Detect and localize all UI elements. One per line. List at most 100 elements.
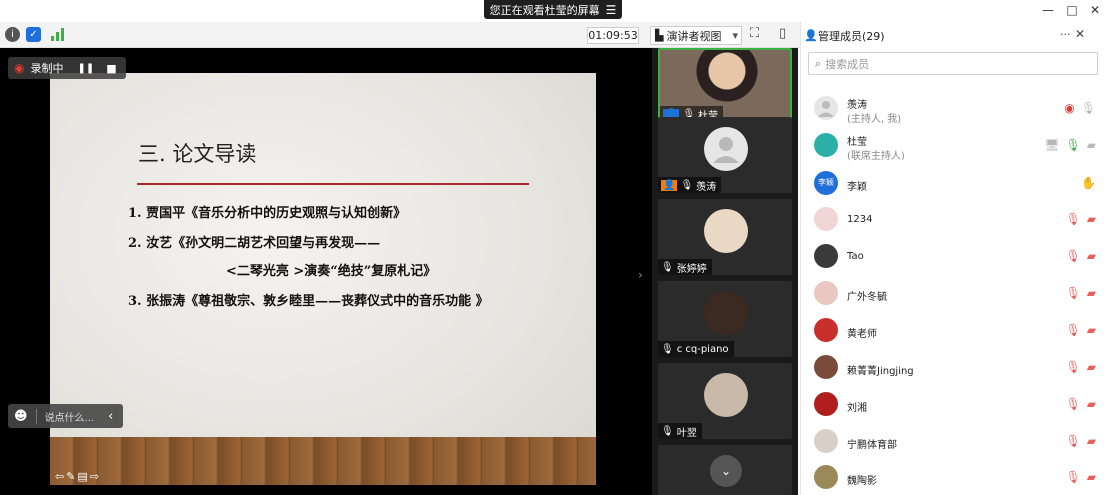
member-role: (主持人, 我) <box>847 114 902 125</box>
close-window-button[interactable]: ✕ <box>1086 2 1104 18</box>
mic-off-icon[interactable]: 🎙 <box>1066 434 1081 448</box>
camera-off-icon[interactable]: ▰ <box>1087 397 1096 411</box>
member-row[interactable]: 黄老师 🎙 ▰ <box>810 313 1100 349</box>
camera-off-icon[interactable]: ▰ <box>1087 249 1096 263</box>
minimize-button[interactable]: — <box>1039 2 1057 18</box>
slide-title: 三. 论文导读 <box>138 142 257 166</box>
comment-input[interactable]: 说点什么... <box>35 408 94 424</box>
avatar <box>814 318 838 342</box>
thumbnail-4[interactable]: 🎙 叶翌 <box>658 363 792 439</box>
slide-line-4: 3. 张振涛《尊祖敬宗、敦乡睦里——丧葬仪式中的音乐功能 》 <box>128 294 489 309</box>
member-row[interactable]: 魏陶影 🎙 ▰ <box>810 460 1100 495</box>
camera-icon[interactable]: ▰ <box>1087 138 1096 152</box>
mic-off-icon[interactable]: 🎙 <box>1066 360 1081 374</box>
video-feed <box>690 50 764 110</box>
member-name: 李颖 <box>847 182 867 193</box>
avatar <box>704 209 748 253</box>
member-row[interactable]: 赖菁菁Jingjing 🎙 ▰ <box>810 350 1100 386</box>
scroll-down-icon[interactable]: ⌄ <box>710 455 742 487</box>
camera-off-icon[interactable]: ▰ <box>1087 434 1096 448</box>
mic-off-icon[interactable]: 🎙 <box>1066 286 1081 300</box>
recording-icon: ◉ <box>1064 101 1075 115</box>
menu-icon[interactable]: ☰ <box>606 3 617 17</box>
mic-off-icon: 🎙 <box>680 179 694 191</box>
member-row[interactable]: 杜莹 (联席主持人) 🖥 🎙 ▰ <box>810 128 1100 164</box>
shield-icon[interactable]: ✓ <box>26 27 41 42</box>
thumbnail-1[interactable]: 👤 🎙 羡涛 <box>658 117 792 193</box>
camera-off-icon[interactable]: ▰ <box>1087 323 1096 337</box>
collapse-thumbnails-icon[interactable]: › <box>638 268 643 282</box>
mic-off-icon: 🎙 <box>661 343 674 355</box>
panel-toggle-icon[interactable]: ▯ <box>779 26 786 41</box>
member-name: 黄老师 <box>847 329 877 340</box>
chevron-down-icon: ▾ <box>732 29 738 42</box>
mic-icon[interactable]: 🎙 <box>1066 138 1081 152</box>
pause-recording-button[interactable]: ❚❚ <box>77 63 94 74</box>
member-name: 1234 <box>847 214 873 225</box>
thumbnail-0[interactable]: 👤 🎙 杜莹 <box>658 48 792 124</box>
member-row[interactable]: 宁鹏体育部 🎙 ▰ <box>810 424 1100 460</box>
member-name: 杜莹 <box>847 137 867 148</box>
comment-bar[interactable]: ☻ 说点什么... ‹ <box>8 404 123 428</box>
avatar <box>814 133 838 157</box>
thumbnail-2[interactable]: 🎙 张婷婷 <box>658 199 792 275</box>
member-status-icons: 🎙 ▰ <box>1066 212 1096 226</box>
person-icon: 👤 <box>804 29 818 42</box>
avatar <box>814 281 838 305</box>
info-icon[interactable]: i <box>5 27 20 42</box>
member-row[interactable]: 李颖 李颖 ✋ <box>810 166 1100 202</box>
slide-line-2: 2. 汝艺《孙文明二胡艺术回望与再发现—— <box>128 236 381 251</box>
emoji-icon[interactable]: ☻ <box>14 409 28 424</box>
avatar <box>814 96 838 120</box>
signal-icon[interactable] <box>49 27 65 42</box>
avatar <box>704 373 748 417</box>
mic-off-icon[interactable]: 🎙 <box>1081 101 1096 115</box>
member-row[interactable]: 羡涛 (主持人, 我) ◉ 🎙 <box>810 91 1100 127</box>
member-status-icons: 🎙 ▰ <box>1066 434 1096 448</box>
avatar <box>814 429 838 453</box>
close-panel-button[interactable]: ✕ <box>1075 27 1085 41</box>
share-banner[interactable]: 您正在观看杜莹的屏幕 ☰ <box>484 0 622 19</box>
camera-off-icon[interactable]: ▰ <box>1087 212 1096 226</box>
avatar <box>814 465 838 489</box>
maximize-button[interactable]: □ <box>1063 2 1081 18</box>
mic-off-icon: 🎙 <box>661 261 674 273</box>
mic-off-icon[interactable]: 🎙 <box>1066 323 1081 337</box>
fullscreen-icon[interactable]: ⛶ <box>750 26 759 41</box>
stop-recording-button[interactable]: ■ <box>106 62 116 75</box>
mic-off-icon[interactable]: 🎙 <box>1066 212 1081 226</box>
mic-off-icon[interactable]: 🎙 <box>1066 397 1081 411</box>
member-status-icons: ✋ <box>1081 176 1096 190</box>
host-badge-icon: 👤 <box>661 179 678 191</box>
member-row[interactable]: 1234 🎙 ▰ <box>810 202 1100 238</box>
collapse-comment-button[interactable]: ‹ <box>108 409 113 424</box>
camera-off-icon[interactable]: ▰ <box>1087 286 1096 300</box>
avatar <box>814 392 838 416</box>
camera-off-icon[interactable]: ▰ <box>1087 470 1096 484</box>
view-mode-dropdown[interactable]: ▙ 演讲者视图 ▾ <box>650 26 742 45</box>
member-name: 宁鹏体育部 <box>847 440 897 451</box>
more-options-icon[interactable]: ··· <box>1060 28 1071 41</box>
member-row[interactable]: 广外冬毓 🎙 ▰ <box>810 276 1100 312</box>
meeting-timer: 01:09:53 <box>587 27 639 44</box>
search-icon: ⌕ <box>815 56 822 70</box>
share-banner-text: 您正在观看杜莹的屏幕 <box>489 3 600 17</box>
mic-off-icon[interactable]: 🎙 <box>1066 249 1081 263</box>
member-name: 赖菁菁Jingjing <box>847 366 914 377</box>
member-row[interactable]: Tao 🎙 ▰ <box>810 239 1100 275</box>
avatar <box>704 291 748 335</box>
slide-line-1: 1. 贾国平《音乐分析中的历史观照与认知创新》 <box>128 206 407 221</box>
member-role: (联席主持人) <box>847 151 905 162</box>
avatar <box>814 207 838 231</box>
member-row[interactable]: 刘湘 🎙 ▰ <box>810 387 1100 423</box>
member-status-icons: ◉ 🎙 <box>1064 101 1096 115</box>
slide-nav-controls[interactable]: ⇦✎▤⇨ <box>55 470 101 483</box>
mic-off-icon[interactable]: 🎙 <box>1066 470 1081 484</box>
thumbnail-5[interactable]: ⌄ <box>658 445 792 495</box>
thumbnail-3[interactable]: 🎙 c cq-piano <box>658 281 792 357</box>
member-search[interactable]: ⌕ 搜索成员 <box>808 52 1098 75</box>
search-input[interactable]: 搜索成员 <box>825 56 869 72</box>
recording-indicator: ◉ 录制中 ❚❚ ■ <box>8 57 126 79</box>
slide-wood-floor <box>50 437 596 485</box>
camera-off-icon[interactable]: ▰ <box>1087 360 1096 374</box>
